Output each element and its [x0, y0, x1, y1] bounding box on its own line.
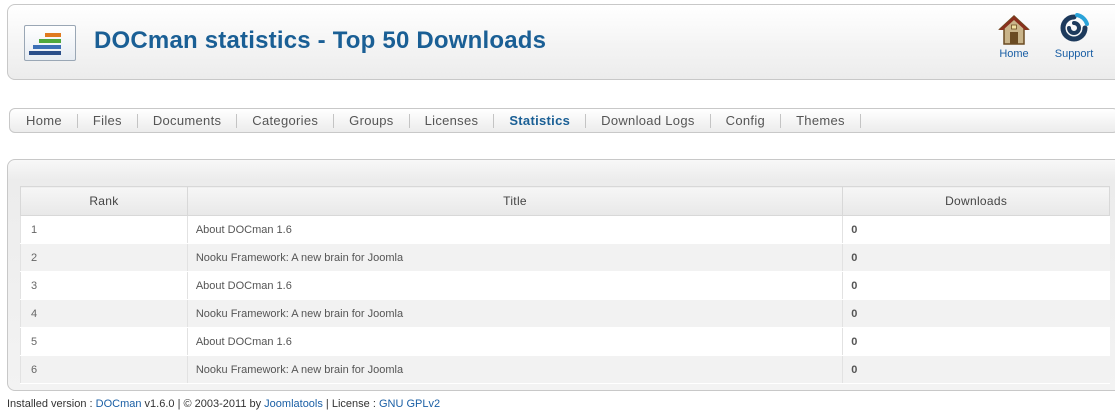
license-link[interactable]: GNU GPLv2: [379, 398, 440, 410]
title-cell: Nooku Framework: A new brain for Joomla: [186, 243, 843, 272]
home-icon: [998, 14, 1030, 45]
title-cell: Nooku Framework: A new brain for Joomla: [186, 355, 843, 384]
rank-cell: 1: [20, 215, 188, 244]
home-button[interactable]: Home: [988, 13, 1040, 73]
table-row: 2 Nooku Framework: A new brain for Jooml…: [20, 243, 1110, 272]
footer-license-label: | License :: [322, 398, 379, 410]
downloads-table: Rank Title Downloads 1 About DOCman 1.6 …: [20, 186, 1110, 384]
column-header-downloads: Downloads: [842, 186, 1110, 216]
nav-item-config[interactable]: Config: [711, 113, 782, 128]
downloads-cell: 0: [842, 243, 1110, 272]
downloads-cell: 0: [842, 299, 1110, 328]
docman-link[interactable]: DOCman: [96, 398, 142, 410]
home-button-label: Home: [999, 48, 1029, 60]
rank-cell: 6: [20, 355, 188, 384]
downloads-cell: 0: [842, 215, 1110, 244]
rank-cell: 4: [20, 299, 188, 328]
nav-item-download-logs[interactable]: Download Logs: [586, 113, 711, 128]
nav-item-groups[interactable]: Groups: [334, 113, 410, 128]
title-cell: About DOCman 1.6: [186, 271, 843, 300]
main-navigation: Home Files Documents Categories Groups L…: [9, 108, 1115, 133]
footer-version-info: Installed version : DOCman v1.6.0 | © 20…: [7, 398, 440, 410]
table-row: 3 About DOCman 1.6 0: [20, 271, 1110, 300]
support-button[interactable]: Support: [1048, 13, 1100, 73]
rank-cell: 2: [20, 243, 188, 272]
column-header-rank: Rank: [20, 186, 188, 216]
footer-version: v1.6.0 | © 2003-2011 by: [141, 398, 265, 410]
table-row: 5 About DOCman 1.6 0: [20, 327, 1110, 356]
downloads-cell: 0: [842, 327, 1110, 356]
nav-item-categories[interactable]: Categories: [237, 113, 335, 128]
downloads-cell: 0: [842, 271, 1110, 300]
table-row: 6 Nooku Framework: A new brain for Jooml…: [20, 355, 1110, 384]
nav-item-home[interactable]: Home: [10, 113, 78, 128]
nav-item-themes[interactable]: Themes: [781, 113, 861, 128]
column-header-title: Title: [186, 186, 844, 216]
nav-item-statistics[interactable]: Statistics: [494, 113, 587, 128]
nav-item-licenses[interactable]: Licenses: [410, 113, 495, 128]
page-header: DOCman statistics - Top 50 Downloads Hom…: [7, 4, 1115, 80]
docman-logo-icon: [24, 25, 76, 61]
nav-item-files[interactable]: Files: [78, 113, 138, 128]
table-row: 1 About DOCman 1.6 0: [20, 215, 1110, 244]
page-title: DOCman statistics - Top 50 Downloads: [94, 27, 547, 54]
downloads-cell: 0: [842, 355, 1110, 384]
statistics-panel: Rank Title Downloads 1 About DOCman 1.6 …: [7, 159, 1115, 391]
joomlatools-link[interactable]: Joomlatools: [264, 398, 323, 410]
table-header-row: Rank Title Downloads: [20, 186, 1110, 216]
support-button-label: Support: [1054, 48, 1094, 60]
title-cell: Nooku Framework: A new brain for Joomla: [186, 299, 843, 328]
rank-cell: 5: [20, 327, 188, 356]
support-icon: [1060, 13, 1089, 42]
title-cell: About DOCman 1.6: [186, 215, 843, 244]
table-row: 4 Nooku Framework: A new brain for Jooml…: [20, 299, 1110, 328]
title-cell: About DOCman 1.6: [186, 327, 843, 356]
footer-prefix: Installed version :: [7, 398, 96, 410]
rank-cell: 3: [20, 271, 188, 300]
nav-item-documents[interactable]: Documents: [138, 113, 238, 128]
